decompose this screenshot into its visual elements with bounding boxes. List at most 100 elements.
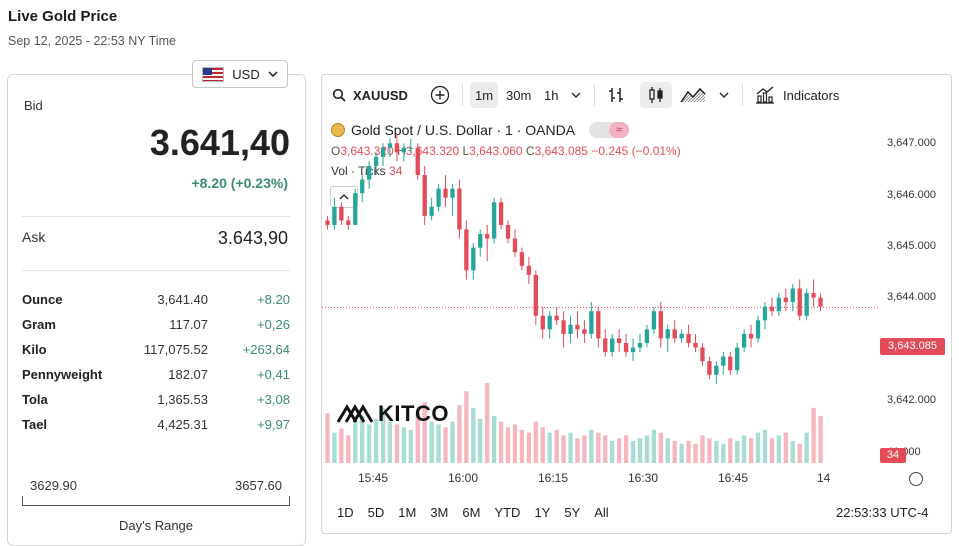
compare-button[interactable] bbox=[430, 82, 450, 108]
volume-bar bbox=[366, 424, 372, 463]
volume-bar bbox=[644, 435, 650, 463]
candle-body bbox=[596, 311, 601, 339]
volume-bar bbox=[762, 429, 768, 463]
chevron-down-icon bbox=[268, 70, 278, 77]
candle-body bbox=[561, 320, 566, 334]
volume-bar bbox=[325, 413, 330, 463]
unit-price: 182.07 bbox=[168, 367, 208, 382]
volume-bar bbox=[755, 432, 761, 463]
page-title: Live Gold Price bbox=[8, 8, 118, 25]
range-button-3m[interactable]: 3M bbox=[430, 505, 448, 520]
range-button-5y[interactable]: 5Y bbox=[564, 505, 580, 520]
bar-chart-type-button[interactable] bbox=[607, 82, 625, 108]
volume-bar bbox=[672, 440, 677, 463]
candle-body bbox=[436, 188, 441, 207]
candle-body bbox=[818, 297, 823, 307]
chevron-down-icon bbox=[719, 91, 729, 98]
volume-bar bbox=[547, 432, 552, 463]
candle-body bbox=[443, 188, 448, 198]
range-button-1m[interactable]: 1M bbox=[398, 505, 416, 520]
symbol-search[interactable]: XAUUSD bbox=[332, 82, 408, 108]
candle-body bbox=[387, 143, 393, 148]
chart-type-dropdown[interactable] bbox=[719, 82, 729, 108]
unit-name: Tola bbox=[22, 392, 48, 407]
y-tick: 3,645.000 bbox=[887, 240, 936, 252]
candle-body bbox=[547, 315, 552, 330]
chevron-down-icon bbox=[571, 91, 581, 98]
interval-30m[interactable]: 30m bbox=[506, 82, 531, 108]
volume-bar bbox=[721, 443, 726, 463]
interval-1h[interactable]: 1h bbox=[544, 82, 558, 108]
candle-body bbox=[519, 252, 525, 266]
unit-change: +263,64 bbox=[242, 342, 290, 357]
volume-bar bbox=[700, 435, 705, 463]
volume-bar bbox=[651, 429, 657, 463]
unit-name: Kilo bbox=[22, 342, 47, 357]
candle-body bbox=[790, 288, 795, 303]
time-range-buttons: 1D 5D 1M 3M 6M YTD 1Y 5Y All bbox=[337, 505, 609, 520]
volume-bar bbox=[686, 440, 691, 463]
candle-body bbox=[658, 311, 663, 339]
interval-dropdown[interactable] bbox=[571, 82, 581, 108]
candle-body bbox=[811, 293, 816, 298]
candle-body bbox=[762, 306, 768, 321]
candle-body bbox=[714, 365, 719, 375]
candle-body bbox=[651, 311, 657, 330]
candle-body bbox=[360, 179, 365, 194]
volume-bar bbox=[568, 432, 573, 463]
range-button-all[interactable]: All bbox=[594, 505, 608, 520]
volume-bar bbox=[735, 440, 740, 463]
volume-bar bbox=[498, 421, 504, 463]
bid-label: Bid bbox=[24, 98, 43, 113]
candle-body bbox=[366, 165, 372, 180]
candle-body bbox=[457, 188, 462, 230]
candle-body bbox=[325, 220, 330, 225]
candles-chart-type-button[interactable] bbox=[640, 82, 672, 108]
candle-body bbox=[526, 265, 532, 275]
candle-body bbox=[464, 229, 469, 271]
currency-selector[interactable]: USD bbox=[192, 60, 288, 88]
candle-body bbox=[644, 329, 650, 343]
candle-body bbox=[554, 315, 559, 321]
interval-1m[interactable]: 1m bbox=[470, 82, 498, 108]
area-chart-icon bbox=[680, 87, 706, 103]
chart-settings-icon[interactable] bbox=[909, 472, 923, 486]
range-button-5d[interactable]: 5D bbox=[368, 505, 385, 520]
range-button-1d[interactable]: 1D bbox=[337, 505, 354, 520]
area-chart-type-button[interactable] bbox=[680, 82, 706, 108]
volume-bar bbox=[554, 429, 559, 463]
volume-bar bbox=[616, 438, 622, 463]
candle-body bbox=[783, 297, 788, 303]
unit-row-ounce: Ounce 3,641.40 +8.20 bbox=[22, 292, 290, 312]
currency-label: USD bbox=[232, 66, 260, 82]
range-low: 3629.90 bbox=[30, 478, 77, 493]
indicators-button[interactable]: Indicators bbox=[755, 82, 839, 108]
volume-bar bbox=[429, 421, 434, 463]
candle-body bbox=[422, 175, 427, 216]
candle-body bbox=[804, 293, 809, 316]
unit-change: +0,26 bbox=[257, 317, 290, 332]
range-button-6m[interactable]: 6M bbox=[462, 505, 480, 520]
volume-bar bbox=[394, 424, 400, 463]
range-button-1y[interactable]: 1Y bbox=[534, 505, 550, 520]
candle-body bbox=[373, 156, 379, 166]
kitco-logo-icon bbox=[336, 404, 374, 423]
candle-body bbox=[755, 320, 761, 339]
volume-bar bbox=[464, 391, 469, 463]
unit-name: Gram bbox=[22, 317, 56, 332]
volume-bar bbox=[332, 432, 337, 463]
chart-clock[interactable]: 22:53:33 UTC-4 bbox=[836, 505, 929, 520]
candle-body bbox=[339, 206, 344, 221]
days-range-label: Day's Range bbox=[118, 518, 194, 533]
candle-body bbox=[665, 329, 670, 339]
candle-body bbox=[498, 202, 504, 225]
unit-price: 1,365.53 bbox=[157, 392, 208, 407]
volume-bar bbox=[401, 427, 407, 463]
volume-bar bbox=[457, 405, 462, 463]
range-button-ytd[interactable]: YTD bbox=[494, 505, 520, 520]
current-volume-tag: 34 bbox=[880, 448, 906, 463]
candle-body bbox=[512, 238, 518, 253]
symbol-label: XAUUSD bbox=[353, 87, 408, 103]
candle-body bbox=[471, 247, 476, 271]
ohlc-bars-icon bbox=[609, 88, 623, 102]
